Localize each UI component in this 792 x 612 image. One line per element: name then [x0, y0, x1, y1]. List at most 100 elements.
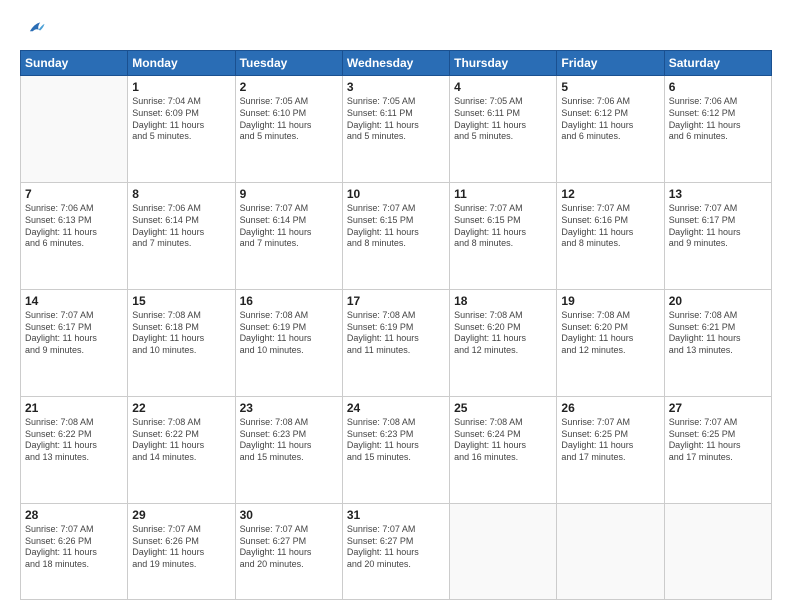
weekday-header-row: SundayMondayTuesdayWednesdayThursdayFrid…: [21, 51, 772, 76]
day-info: Sunrise: 7:05 AM Sunset: 6:11 PM Dayligh…: [454, 96, 552, 143]
calendar-cell: [557, 503, 664, 599]
day-info: Sunrise: 7:06 AM Sunset: 6:12 PM Dayligh…: [561, 96, 659, 143]
calendar-cell: 21Sunrise: 7:08 AM Sunset: 6:22 PM Dayli…: [21, 396, 128, 503]
calendar-cell: 8Sunrise: 7:06 AM Sunset: 6:14 PM Daylig…: [128, 182, 235, 289]
day-number: 1: [132, 79, 230, 95]
day-info: Sunrise: 7:08 AM Sunset: 6:22 PM Dayligh…: [25, 417, 123, 464]
calendar-cell: 23Sunrise: 7:08 AM Sunset: 6:23 PM Dayli…: [235, 396, 342, 503]
calendar-cell: 17Sunrise: 7:08 AM Sunset: 6:19 PM Dayli…: [342, 289, 449, 396]
day-number: 31: [347, 507, 445, 523]
day-number: 28: [25, 507, 123, 523]
calendar-cell: 19Sunrise: 7:08 AM Sunset: 6:20 PM Dayli…: [557, 289, 664, 396]
day-number: 21: [25, 400, 123, 416]
day-number: 27: [669, 400, 767, 416]
calendar-cell: [450, 503, 557, 599]
calendar-cell: 26Sunrise: 7:07 AM Sunset: 6:25 PM Dayli…: [557, 396, 664, 503]
calendar-cell: 27Sunrise: 7:07 AM Sunset: 6:25 PM Dayli…: [664, 396, 771, 503]
day-info: Sunrise: 7:07 AM Sunset: 6:17 PM Dayligh…: [669, 203, 767, 250]
day-number: 30: [240, 507, 338, 523]
calendar-cell: 1Sunrise: 7:04 AM Sunset: 6:09 PM Daylig…: [128, 76, 235, 183]
day-number: 26: [561, 400, 659, 416]
day-number: 8: [132, 186, 230, 202]
logo-bird-icon: [24, 18, 46, 40]
day-info: Sunrise: 7:07 AM Sunset: 6:17 PM Dayligh…: [25, 310, 123, 357]
day-number: 20: [669, 293, 767, 309]
day-number: 11: [454, 186, 552, 202]
day-number: 3: [347, 79, 445, 95]
calendar-cell: 25Sunrise: 7:08 AM Sunset: 6:24 PM Dayli…: [450, 396, 557, 503]
day-info: Sunrise: 7:08 AM Sunset: 6:23 PM Dayligh…: [347, 417, 445, 464]
day-number: 19: [561, 293, 659, 309]
day-info: Sunrise: 7:08 AM Sunset: 6:19 PM Dayligh…: [347, 310, 445, 357]
calendar-cell: 13Sunrise: 7:07 AM Sunset: 6:17 PM Dayli…: [664, 182, 771, 289]
day-info: Sunrise: 7:08 AM Sunset: 6:20 PM Dayligh…: [561, 310, 659, 357]
day-number: 24: [347, 400, 445, 416]
day-info: Sunrise: 7:04 AM Sunset: 6:09 PM Dayligh…: [132, 96, 230, 143]
calendar-cell: 31Sunrise: 7:07 AM Sunset: 6:27 PM Dayli…: [342, 503, 449, 599]
weekday-sunday: Sunday: [21, 51, 128, 76]
day-number: 4: [454, 79, 552, 95]
day-info: Sunrise: 7:07 AM Sunset: 6:27 PM Dayligh…: [240, 524, 338, 571]
day-number: 9: [240, 186, 338, 202]
day-number: 15: [132, 293, 230, 309]
calendar-cell: 2Sunrise: 7:05 AM Sunset: 6:10 PM Daylig…: [235, 76, 342, 183]
calendar-cell: 5Sunrise: 7:06 AM Sunset: 6:12 PM Daylig…: [557, 76, 664, 183]
calendar-cell: 22Sunrise: 7:08 AM Sunset: 6:22 PM Dayli…: [128, 396, 235, 503]
day-number: 5: [561, 79, 659, 95]
weekday-monday: Monday: [128, 51, 235, 76]
day-info: Sunrise: 7:05 AM Sunset: 6:10 PM Dayligh…: [240, 96, 338, 143]
weekday-wednesday: Wednesday: [342, 51, 449, 76]
calendar-cell: 24Sunrise: 7:08 AM Sunset: 6:23 PM Dayli…: [342, 396, 449, 503]
day-number: 16: [240, 293, 338, 309]
calendar-cell: 20Sunrise: 7:08 AM Sunset: 6:21 PM Dayli…: [664, 289, 771, 396]
day-info: Sunrise: 7:07 AM Sunset: 6:16 PM Dayligh…: [561, 203, 659, 250]
day-info: Sunrise: 7:07 AM Sunset: 6:15 PM Dayligh…: [454, 203, 552, 250]
calendar-cell: [664, 503, 771, 599]
day-number: 29: [132, 507, 230, 523]
day-info: Sunrise: 7:08 AM Sunset: 6:18 PM Dayligh…: [132, 310, 230, 357]
calendar-cell: 9Sunrise: 7:07 AM Sunset: 6:14 PM Daylig…: [235, 182, 342, 289]
calendar-cell: 15Sunrise: 7:08 AM Sunset: 6:18 PM Dayli…: [128, 289, 235, 396]
calendar-cell: 3Sunrise: 7:05 AM Sunset: 6:11 PM Daylig…: [342, 76, 449, 183]
day-number: 14: [25, 293, 123, 309]
calendar-cell: 6Sunrise: 7:06 AM Sunset: 6:12 PM Daylig…: [664, 76, 771, 183]
day-info: Sunrise: 7:08 AM Sunset: 6:22 PM Dayligh…: [132, 417, 230, 464]
day-number: 2: [240, 79, 338, 95]
day-number: 18: [454, 293, 552, 309]
calendar-cell: 4Sunrise: 7:05 AM Sunset: 6:11 PM Daylig…: [450, 76, 557, 183]
day-number: 25: [454, 400, 552, 416]
day-info: Sunrise: 7:07 AM Sunset: 6:27 PM Dayligh…: [347, 524, 445, 571]
day-info: Sunrise: 7:08 AM Sunset: 6:24 PM Dayligh…: [454, 417, 552, 464]
logo: [20, 18, 48, 40]
weekday-thursday: Thursday: [450, 51, 557, 76]
day-number: 6: [669, 79, 767, 95]
day-info: Sunrise: 7:06 AM Sunset: 6:12 PM Dayligh…: [669, 96, 767, 143]
day-info: Sunrise: 7:08 AM Sunset: 6:23 PM Dayligh…: [240, 417, 338, 464]
calendar-cell: 29Sunrise: 7:07 AM Sunset: 6:26 PM Dayli…: [128, 503, 235, 599]
day-info: Sunrise: 7:06 AM Sunset: 6:13 PM Dayligh…: [25, 203, 123, 250]
weekday-tuesday: Tuesday: [235, 51, 342, 76]
weekday-friday: Friday: [557, 51, 664, 76]
day-info: Sunrise: 7:08 AM Sunset: 6:20 PM Dayligh…: [454, 310, 552, 357]
header: [20, 18, 772, 40]
calendar-cell: 11Sunrise: 7:07 AM Sunset: 6:15 PM Dayli…: [450, 182, 557, 289]
calendar-cell: [21, 76, 128, 183]
day-info: Sunrise: 7:07 AM Sunset: 6:26 PM Dayligh…: [132, 524, 230, 571]
day-number: 23: [240, 400, 338, 416]
day-info: Sunrise: 7:08 AM Sunset: 6:21 PM Dayligh…: [669, 310, 767, 357]
day-number: 22: [132, 400, 230, 416]
day-number: 10: [347, 186, 445, 202]
day-info: Sunrise: 7:07 AM Sunset: 6:15 PM Dayligh…: [347, 203, 445, 250]
day-info: Sunrise: 7:07 AM Sunset: 6:14 PM Dayligh…: [240, 203, 338, 250]
weekday-saturday: Saturday: [664, 51, 771, 76]
calendar-cell: 7Sunrise: 7:06 AM Sunset: 6:13 PM Daylig…: [21, 182, 128, 289]
calendar-cell: 12Sunrise: 7:07 AM Sunset: 6:16 PM Dayli…: [557, 182, 664, 289]
calendar: SundayMondayTuesdayWednesdayThursdayFrid…: [20, 50, 772, 600]
calendar-cell: 18Sunrise: 7:08 AM Sunset: 6:20 PM Dayli…: [450, 289, 557, 396]
day-info: Sunrise: 7:07 AM Sunset: 6:25 PM Dayligh…: [669, 417, 767, 464]
day-number: 17: [347, 293, 445, 309]
calendar-cell: 16Sunrise: 7:08 AM Sunset: 6:19 PM Dayli…: [235, 289, 342, 396]
day-number: 12: [561, 186, 659, 202]
calendar-cell: 30Sunrise: 7:07 AM Sunset: 6:27 PM Dayli…: [235, 503, 342, 599]
day-info: Sunrise: 7:07 AM Sunset: 6:26 PM Dayligh…: [25, 524, 123, 571]
